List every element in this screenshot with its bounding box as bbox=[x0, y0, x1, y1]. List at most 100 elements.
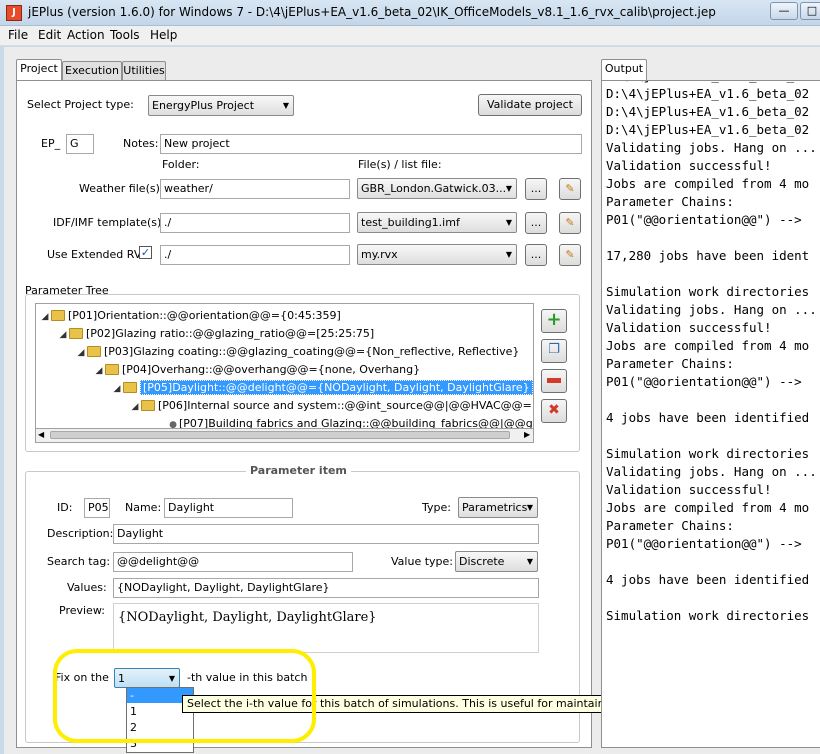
folder-icon bbox=[141, 399, 155, 411]
edit-pencil-icon: ✎ bbox=[565, 216, 575, 229]
output-line: D:\4\jEPlus+EA_v1.6_beta_02 bbox=[606, 86, 810, 101]
project-type-value: EnergyPlus Project bbox=[152, 99, 255, 112]
weather-edit-button[interactable]: ✎ bbox=[559, 178, 581, 200]
window-title: jEPlus (version 1.6.0) for Windows 7 - D… bbox=[28, 5, 716, 19]
copy-parameter-button[interactable]: ❐ bbox=[541, 339, 567, 363]
weather-file-select[interactable]: GBR_London.Gatwick.03... ▼ bbox=[357, 178, 517, 199]
type-label: Type: bbox=[422, 501, 451, 514]
tab-project[interactable]: Project bbox=[16, 59, 62, 81]
tab-utilities[interactable]: Utilities bbox=[122, 61, 166, 81]
output-line: 17,280 jobs have been ident bbox=[606, 248, 810, 263]
minimize-button[interactable]: — bbox=[770, 2, 798, 20]
collapse-icon[interactable]: ◢ bbox=[129, 398, 141, 416]
folder-icon bbox=[123, 381, 137, 393]
idf-edit-button[interactable]: ✎ bbox=[559, 212, 581, 234]
output-line: Validating jobs. Hang on ... bbox=[606, 302, 817, 317]
values-label: Values: bbox=[67, 581, 107, 594]
notes-field[interactable]: New project bbox=[160, 134, 582, 154]
tree-node-p04[interactable]: ◢ [P04]Overhang::@@overhang@@={none, Over… bbox=[93, 361, 421, 380]
tree-node-p06[interactable]: ◢ [P06]Internal source and system::@@int_… bbox=[129, 397, 533, 416]
leaf-dot-icon: ● bbox=[169, 420, 177, 429]
idf-browse-button[interactable]: ... bbox=[525, 212, 547, 234]
output-console: D:\4\jEPlus+EA_v1.6_beta_02 D:\4\jEPlus+E… bbox=[606, 81, 817, 625]
tree-node-p05[interactable]: ◢ [P05]Daylight::@@delight@@={NODaylight,… bbox=[111, 379, 533, 397]
rvi-folder-field[interactable]: ./ bbox=[160, 245, 350, 265]
collapse-icon[interactable]: ◢ bbox=[75, 344, 87, 362]
output-line: Parameter Chains: bbox=[606, 356, 734, 371]
weather-folder-field[interactable]: weather/ bbox=[160, 179, 350, 199]
collapse-icon[interactable]: ◢ bbox=[111, 380, 123, 398]
preview-label: Preview: bbox=[59, 604, 105, 617]
rvi-file-select[interactable]: my.rvx ▼ bbox=[357, 244, 517, 265]
collapse-icon[interactable]: ◢ bbox=[39, 308, 51, 326]
output-line: 4 jobs have been identified bbox=[606, 410, 810, 425]
output-line: Parameter Chains: bbox=[606, 194, 734, 209]
param-type-select[interactable]: Parametrics ▼ bbox=[458, 497, 538, 518]
rvi-browse-button[interactable]: ... bbox=[525, 244, 547, 266]
highlight-annotation bbox=[53, 649, 316, 743]
weather-label: Weather file(s): bbox=[79, 182, 164, 195]
output-panel[interactable]: D:\4\jEPlus+EA_v1.6_beta_02 D:\4\jEPlus+E… bbox=[601, 80, 820, 748]
tree-horizontal-scrollbar[interactable]: ◀ ▶ bbox=[35, 429, 534, 443]
values-field[interactable]: {NODaylight, Daylight, DaylightGlare} bbox=[113, 578, 539, 598]
menu-file[interactable]: File bbox=[8, 28, 28, 42]
value-type-select[interactable]: Discrete ▼ bbox=[455, 551, 538, 572]
jeplus-app-icon: J bbox=[6, 5, 22, 21]
files-header: File(s) / list file: bbox=[358, 158, 442, 171]
add-parameter-button[interactable]: + bbox=[541, 309, 567, 333]
output-line: D:\4\jEPlus+EA_v1.6_beta_02 bbox=[606, 104, 810, 119]
output-line: Validating jobs. Hang on ... bbox=[606, 464, 817, 479]
idf-folder-field[interactable]: ./ bbox=[160, 213, 350, 233]
menu-edit[interactable]: Edit bbox=[38, 28, 61, 42]
output-line: Simulation work directories bbox=[606, 284, 810, 299]
minus-icon bbox=[547, 377, 561, 383]
project-type-select[interactable]: EnergyPlus Project ▼ bbox=[148, 95, 294, 116]
tab-output[interactable]: Output bbox=[601, 59, 647, 81]
chevron-down-icon: ▼ bbox=[505, 218, 512, 227]
idf-file-value: test_building1.imf bbox=[361, 216, 460, 229]
scroll-right-icon[interactable]: ▶ bbox=[524, 430, 530, 439]
project-type-label: Select Project type: bbox=[27, 98, 134, 111]
tree-node-p05-label: [P05]Daylight::@@delight@@={NODaylight, … bbox=[140, 380, 533, 395]
description-field[interactable]: Daylight bbox=[113, 524, 539, 544]
output-line: P01("@@orientation@@") --> bbox=[606, 212, 802, 227]
name-field[interactable]: Daylight bbox=[164, 498, 293, 518]
collapse-icon[interactable]: ◢ bbox=[93, 362, 105, 380]
description-label: Description: bbox=[47, 527, 114, 540]
remove-parameter-button[interactable] bbox=[541, 369, 567, 393]
search-tag-field[interactable]: @@delight@@ bbox=[113, 552, 353, 572]
delete-parameter-button[interactable]: ✖ bbox=[541, 399, 567, 423]
scroll-left-icon[interactable]: ◀ bbox=[38, 430, 44, 439]
idf-file-select[interactable]: test_building1.imf ▼ bbox=[357, 212, 517, 233]
output-line: Parameter Chains: bbox=[606, 518, 734, 533]
tab-execution[interactable]: Execution bbox=[62, 61, 122, 81]
parameter-item-title: Parameter item bbox=[246, 464, 351, 477]
folder-icon bbox=[87, 345, 101, 357]
parameter-tree[interactable]: ◢ [P01]Orientation::@@orientation@@={0:45… bbox=[35, 303, 534, 429]
menu-help[interactable]: Help bbox=[150, 28, 177, 42]
project-panel: Select Project type: EnergyPlus Project ▼… bbox=[16, 80, 592, 748]
weather-browse-button[interactable]: ... bbox=[525, 178, 547, 200]
tree-node-p03[interactable]: ◢ [P03]Glazing coating::@@glazing_coating… bbox=[75, 343, 520, 362]
chevron-down-icon: ▼ bbox=[505, 250, 512, 259]
search-tag-label: Search tag: bbox=[47, 555, 111, 568]
scrollbar-thumb[interactable] bbox=[50, 431, 510, 439]
output-line: P01("@@orientation@@") --> bbox=[606, 374, 802, 389]
menu-tools[interactable]: Tools bbox=[110, 28, 140, 42]
rvi-edit-button[interactable]: ✎ bbox=[559, 244, 581, 266]
chevron-down-icon: ▼ bbox=[526, 557, 533, 566]
id-field[interactable]: P05 bbox=[84, 498, 110, 518]
tree-node-p02[interactable]: ◢ [P02]Glazing ratio::@@glazing_ratio@@=[… bbox=[57, 325, 375, 344]
tree-node-p01[interactable]: ◢ [P01]Orientation::@@orientation@@={0:45… bbox=[39, 307, 341, 325]
collapse-icon[interactable]: ◢ bbox=[57, 326, 69, 344]
rvi-checkbox[interactable]: ✓ bbox=[139, 246, 152, 259]
validate-project-button[interactable]: Validate project bbox=[478, 94, 582, 116]
tree-node-p07[interactable]: ● [P07]Building fabrics and Glazing::@@bu… bbox=[167, 415, 533, 429]
menu-action[interactable]: Action bbox=[67, 28, 105, 42]
ep-prefix-field[interactable]: G bbox=[66, 134, 94, 154]
maximize-button[interactable]: □ bbox=[800, 2, 820, 20]
